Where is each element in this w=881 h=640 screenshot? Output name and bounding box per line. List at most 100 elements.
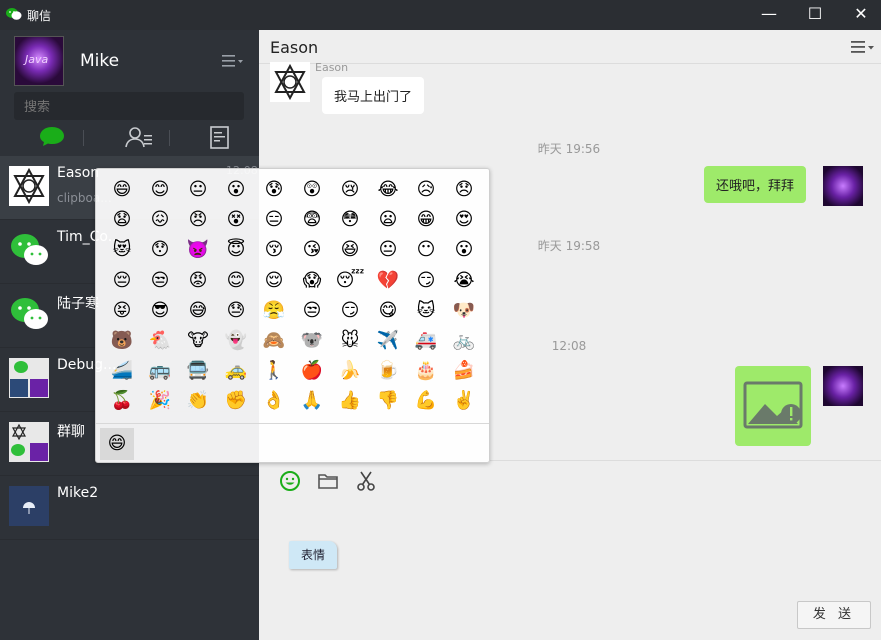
emoji-item[interactable]: 🍌 [332, 356, 368, 386]
emoji-item[interactable]: 😲 [294, 175, 330, 205]
emoji-item[interactable]: 🍺 [370, 356, 406, 386]
emoji-item[interactable]: 😊 [218, 266, 254, 296]
emoji-item[interactable]: 🍒 [104, 386, 140, 416]
emoji-item[interactable]: 🚄 [104, 356, 140, 386]
emoji-item[interactable]: 🍎 [294, 356, 330, 386]
emoji-item[interactable]: 😠 [180, 205, 216, 235]
emoji-item[interactable]: 💪 [408, 386, 444, 416]
emoji-item[interactable]: 😱 [294, 266, 330, 296]
emoji-category-tab[interactable]: 😄 [100, 428, 134, 460]
emoji-item[interactable]: 😏 [408, 266, 444, 296]
emoji-item[interactable]: 🐮 [180, 326, 216, 356]
emoji-item[interactable]: 👿 [180, 235, 216, 265]
maximize-button[interactable]: ☐ [792, 0, 838, 30]
emoji-item[interactable]: 🐭 [332, 326, 368, 356]
emoji-item[interactable]: 😡 [180, 266, 216, 296]
emoji-item[interactable]: 🚍 [180, 356, 216, 386]
message-bubble[interactable]: 我马上出门了 [322, 77, 425, 114]
send-button[interactable]: 发 送 [797, 601, 871, 629]
emoji-item[interactable]: 👎 [370, 386, 406, 416]
emoji-item[interactable]: 😐 [370, 235, 406, 265]
emoji-item[interactable]: 👍 [332, 386, 368, 416]
emoji-item[interactable]: 😁 [408, 205, 444, 235]
contacts-tab-icon[interactable] [124, 124, 154, 150]
scissors-icon[interactable] [354, 469, 378, 493]
emoji-item[interactable]: 🚌 [142, 356, 178, 386]
emoji-item[interactable]: 😵 [218, 205, 254, 235]
emoji-item[interactable]: 😏 [332, 296, 368, 326]
emoji-item[interactable]: 👏 [180, 386, 216, 416]
close-button[interactable]: ✕ [838, 0, 881, 30]
emoji-item[interactable]: 😌 [256, 266, 292, 296]
emoji-item[interactable]: 🐱 [408, 296, 444, 326]
emoji-item[interactable]: 😳 [332, 205, 368, 235]
emoji-item[interactable]: 😥 [408, 175, 444, 205]
emoji-item[interactable]: 🚲 [446, 326, 482, 356]
emoji-item[interactable]: 😨 [294, 205, 330, 235]
emoji-item[interactable]: 😇 [218, 235, 254, 265]
emoji-item[interactable]: 💔 [370, 266, 406, 296]
emoji-item[interactable]: 😅 [180, 296, 216, 326]
emoji-item[interactable]: 😋 [370, 296, 406, 326]
sticker-label[interactable]: 表情 [289, 541, 337, 569]
emoji-item[interactable]: 😊 [142, 175, 178, 205]
emoji-item[interactable]: 🐻 [104, 326, 140, 356]
emoji-item[interactable]: 😘 [294, 235, 330, 265]
emoji-item[interactable]: 🎉 [142, 386, 178, 416]
emoji-item[interactable]: 😒 [142, 266, 178, 296]
emoji-item[interactable]: 😮 [446, 235, 482, 265]
emoji-item[interactable]: 😐 [180, 175, 216, 205]
emoji-item[interactable]: 😞 [446, 175, 482, 205]
emoji-item[interactable]: 😰 [256, 175, 292, 205]
search-input[interactable] [14, 92, 244, 120]
emoji-item[interactable]: 😆 [332, 235, 368, 265]
emoji-item[interactable]: 🚑 [408, 326, 444, 356]
emoji-item[interactable]: 😦 [370, 205, 406, 235]
emoji-item[interactable]: 😍 [446, 205, 482, 235]
emoji-item[interactable]: 👻 [218, 326, 254, 356]
emoji-item[interactable]: 😯 [142, 235, 178, 265]
emoji-icon[interactable] [278, 469, 302, 493]
chat-tab-icon[interactable] [37, 124, 67, 150]
emoji-item[interactable]: 😢 [332, 175, 368, 205]
emoji-item[interactable]: ✌️ [446, 386, 482, 416]
emoji-item[interactable]: 👌 [256, 386, 292, 416]
profile-avatar[interactable]: Java [14, 36, 64, 86]
image-message[interactable] [735, 366, 811, 446]
emoji-item[interactable]: 😓 [218, 296, 254, 326]
emoji-item[interactable]: 😔 [104, 266, 140, 296]
emoji-item[interactable]: 😖 [142, 205, 178, 235]
my-avatar[interactable] [823, 166, 863, 206]
emoji-item[interactable]: 😶 [408, 235, 444, 265]
emoji-item[interactable]: 😚 [256, 235, 292, 265]
emoji-item[interactable]: 😭 [446, 266, 482, 296]
emoji-item[interactable]: 😒 [294, 296, 330, 326]
emoji-item[interactable]: 😴 [332, 266, 368, 296]
emoji-item[interactable]: 🎂 [408, 356, 444, 386]
emoji-item[interactable]: 😝 [104, 296, 140, 326]
emoji-item[interactable]: 🚶 [256, 356, 292, 386]
emoji-item[interactable]: 😎 [142, 296, 178, 326]
emoji-item[interactable]: ✈️ [370, 326, 406, 356]
emoji-item[interactable]: 🙏 [294, 386, 330, 416]
emoji-item[interactable]: 🍰 [446, 356, 482, 386]
emoji-item[interactable]: 🐶 [446, 296, 482, 326]
documents-tab-icon[interactable] [205, 124, 235, 150]
emoji-item[interactable]: 🚕 [218, 356, 254, 386]
folder-icon[interactable] [316, 469, 340, 493]
emoji-item[interactable]: 😑 [256, 205, 292, 235]
my-avatar[interactable] [823, 366, 863, 406]
conversation-item[interactable]: Mike2 [0, 476, 259, 540]
emoji-item[interactable]: 😤 [256, 296, 292, 326]
emoji-item[interactable]: 😧 [104, 205, 140, 235]
emoji-item[interactable]: 🐨 [294, 326, 330, 356]
emoji-item[interactable]: 😄 [104, 175, 140, 205]
emoji-item[interactable]: 🐔 [142, 326, 178, 356]
emoji-item[interactable]: 😂 [370, 175, 406, 205]
emoji-item[interactable]: 🙈 [256, 326, 292, 356]
emoji-item[interactable]: 😮 [218, 175, 254, 205]
emoji-item[interactable]: ✊ [218, 386, 254, 416]
menu-icon[interactable] [222, 54, 244, 68]
seal-avatar-icon[interactable] [270, 62, 310, 102]
menu-icon[interactable] [851, 41, 875, 54]
